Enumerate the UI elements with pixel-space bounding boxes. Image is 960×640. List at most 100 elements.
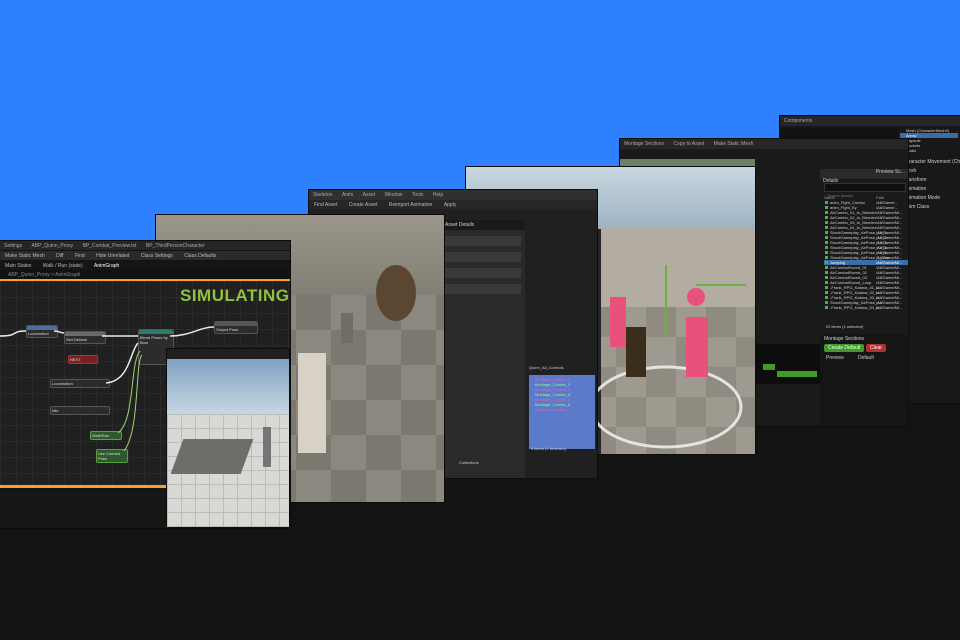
asset-path: /All/Game/Mi... — [876, 305, 903, 310]
tab-main-states[interactable]: Main States — [0, 261, 36, 270]
diff-button[interactable]: Diff — [51, 251, 68, 260]
asset-topbar: Montage Sections Copy to Asset Make Stat… — [620, 139, 908, 149]
detail-field[interactable] — [445, 236, 521, 246]
graph-breadcrumb: ABP_Quinn_Proxy > AnimGraph — [8, 272, 81, 278]
create-asset-button[interactable]: Create Asset — [344, 200, 383, 209]
slash-effect — [596, 365, 743, 449]
create-default-button[interactable]: Create Default — [824, 344, 865, 352]
asset-icon — [825, 211, 828, 214]
asset-icon — [825, 206, 828, 209]
asset-tab[interactable]: Make Static Mesh — [710, 139, 758, 149]
asset-name: -Frank_RPG_Katana_04_to — [830, 305, 880, 310]
asset-icon — [825, 286, 828, 289]
detail-row: Mesh — [904, 168, 917, 174]
component-topbar: Components — [780, 116, 960, 126]
asset-icon — [825, 301, 828, 304]
detail-field[interactable] — [445, 252, 521, 262]
tab-combat[interactable]: BP_Combat_Preview.txt — [79, 241, 141, 250]
preview-shadow — [170, 439, 254, 474]
default-label: Default — [858, 355, 874, 361]
collections-label: Collections — [459, 460, 479, 465]
mannequin — [298, 353, 326, 453]
preview-sky — [167, 359, 289, 414]
detail-field[interactable] — [445, 268, 521, 278]
tab-walk-run[interactable]: Walk / Run (state) — [38, 261, 88, 270]
blueprint-toolbar: Make Static Mesh Diff Find Hide Unrelate… — [0, 251, 290, 260]
asset-search-input[interactable]: Search Assets — [824, 183, 906, 198]
preview-character — [263, 427, 271, 467]
fighters-svg — [596, 265, 746, 449]
anim-editor-topbar: Skeleton Anim Asset Window Tools Help — [309, 190, 597, 200]
asset-tab[interactable]: Montage Sections — [620, 139, 668, 149]
detail-row: Anim Class — [904, 204, 930, 210]
find-asset-button[interactable]: Find Asset — [309, 200, 342, 209]
menu-tools[interactable]: Tools — [408, 190, 428, 200]
class-settings-button[interactable]: Class Settings — [136, 251, 178, 260]
menu-help[interactable]: Help — [429, 190, 447, 200]
find-button[interactable]: Find — [70, 251, 90, 260]
montage-item[interactable]: Montage_Combo_7 — [529, 407, 595, 412]
preview-scene-tab[interactable]: Preview Sc... — [876, 169, 908, 175]
simulating-label: SIMULATING — [180, 286, 290, 305]
timeline-notify[interactable] — [763, 364, 775, 370]
tab-animgraph[interactable]: AnimGraph — [89, 261, 124, 270]
clear-button[interactable]: Clear — [866, 344, 886, 352]
asset-icon — [825, 226, 828, 229]
montage-count: 5 items (1 selected) — [531, 446, 566, 451]
anim-header: Quinn_All_Controls — [529, 365, 564, 370]
asset-tab[interactable]: Copy to Asset — [669, 139, 708, 149]
hide-unrelated-button[interactable]: Hide Unrelated — [91, 251, 134, 260]
reimport-button[interactable]: Reimport Animation — [384, 200, 438, 209]
menu-window[interactable]: Window — [381, 190, 407, 200]
asset-count: 22 items (1 selected) — [826, 324, 864, 329]
asset-icon — [825, 221, 828, 224]
preview-window[interactable]: ActionGame Preview (Normal) — [167, 349, 289, 527]
pink-fighter — [686, 317, 708, 377]
timeline-notify[interactable] — [777, 371, 817, 377]
asset-icon — [825, 291, 828, 294]
component-title: Components — [784, 118, 813, 124]
asset-icon — [825, 276, 828, 279]
asset-list: Name Path anim_Fight_Combo/All/Game/... a… — [824, 195, 908, 310]
asset-details: Asset Details — [441, 220, 525, 478]
menu-skeleton[interactable]: Skeleton — [309, 190, 336, 200]
asset-icon — [825, 201, 828, 204]
asset-icon — [825, 281, 828, 284]
pink-fighter-2 — [610, 297, 626, 347]
preview-titlebar: ActionGame Preview (Normal) — [167, 349, 289, 363]
pink-fighter-head — [687, 288, 705, 306]
timeline[interactable] — [755, 344, 820, 384]
tab-character[interactable]: BP_ThirdPersonCharacter — [142, 241, 209, 250]
exec-wire — [53, 330, 65, 334]
asset-row[interactable]: -Frank_RPG_Katana_04_to/All/Game/Mi... — [824, 305, 908, 310]
asset-icon — [825, 256, 828, 259]
asset-rows: anim_Fight_Combo/All/Game/... anim_Fight_… — [824, 200, 908, 310]
characters-svg — [298, 265, 416, 453]
preview-label[interactable]: Preview — [826, 355, 844, 361]
detail-field[interactable] — [445, 284, 521, 294]
asset-icon — [825, 266, 828, 269]
bool-wire — [123, 354, 143, 452]
asset-icon — [825, 231, 828, 234]
asset-icon — [825, 271, 828, 274]
detail-row: Character Movement (CharMov) — [904, 159, 960, 165]
tab-settings[interactable]: Settings — [0, 241, 26, 250]
menu-asset[interactable]: Asset — [359, 190, 380, 200]
asset-icon — [825, 236, 828, 239]
class-defaults-button[interactable]: Class Defaults — [179, 251, 221, 260]
component-list: Mesh (CharacterMesh0) Arrow Capsule Sock… — [900, 128, 958, 153]
make-static-mesh-button[interactable]: Make Static Mesh — [0, 251, 50, 260]
detail-row: Animation — [904, 186, 927, 192]
asset-icon — [825, 261, 828, 264]
blueprint-tabs: Settings ABP_Quinn_Proxy BP_Combat_Previ… — [0, 241, 290, 250]
apply-button[interactable]: Apply — [439, 200, 462, 209]
asset-icon — [825, 246, 828, 249]
asset-icon — [825, 216, 828, 219]
armored-creature — [376, 265, 416, 321]
asset-icon — [825, 296, 828, 299]
component-item[interactable]: Audio — [900, 148, 958, 153]
montage-list-body: Montage_Combo_1 Montage_Combo_2 Montage_… — [529, 375, 595, 449]
dark-fighter — [626, 327, 646, 377]
menu-anim[interactable]: Anim — [338, 190, 357, 200]
tab-abp[interactable]: ABP_Quinn_Proxy — [27, 241, 77, 250]
